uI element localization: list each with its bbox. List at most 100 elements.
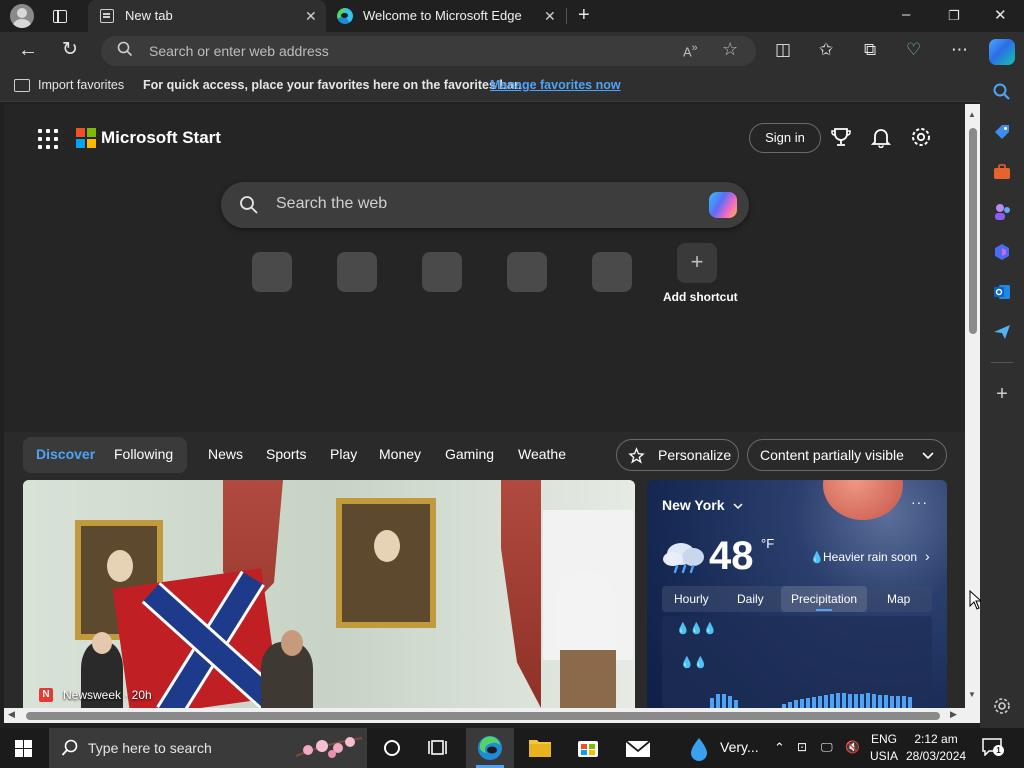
- microsoft-365-icon[interactable]: [992, 242, 1012, 262]
- precipitation-bars: [710, 693, 912, 708]
- news-source: Newsweek · 20h: [63, 688, 152, 702]
- microsoft-store-icon[interactable]: [564, 728, 612, 768]
- web-search-box[interactable]: Search the web: [221, 182, 749, 228]
- horizontal-scroll-thumb[interactable]: [26, 712, 940, 720]
- shopping-tag-icon[interactable]: [992, 122, 1012, 142]
- favorites-bar-message: For quick access, place your favorites h…: [143, 78, 522, 92]
- collections-icon[interactable]: ⧉: [864, 40, 876, 60]
- network-icon[interactable]: 🖵: [821, 740, 833, 755]
- games-icon[interactable]: [992, 202, 1012, 222]
- copilot-icon[interactable]: [989, 39, 1015, 65]
- new-tab-button[interactable]: +: [578, 5, 590, 25]
- manage-favorites-link[interactable]: Manage favorites now: [490, 78, 621, 92]
- notification-count: 1: [993, 745, 1004, 756]
- notification-center-icon[interactable]: 1: [982, 738, 1004, 756]
- tab-news[interactable]: News: [208, 446, 243, 462]
- vertical-scroll-thumb[interactable]: [969, 128, 977, 334]
- copilot-icon[interactable]: [709, 192, 737, 218]
- mail-icon[interactable]: [614, 728, 662, 768]
- search-icon: [117, 41, 133, 57]
- shortcut-tile[interactable]: [592, 252, 632, 292]
- tab-discover[interactable]: Discover: [36, 446, 95, 462]
- split-screen-icon[interactable]: ◫: [775, 40, 791, 60]
- shortcut-tile[interactable]: [252, 252, 292, 292]
- tab-new-tab[interactable]: New tab ✕: [88, 0, 326, 32]
- taskbar-edge-app[interactable]: [466, 728, 514, 768]
- scroll-left-arrow[interactable]: ◀: [8, 709, 15, 720]
- close-window-button[interactable]: ✕: [994, 6, 1007, 24]
- weather-tab-hourly[interactable]: Hourly: [674, 592, 709, 606]
- weather-tab-daily[interactable]: Daily: [737, 592, 764, 606]
- content-visibility-label: Content partially visible: [760, 447, 904, 463]
- add-shortcut-button[interactable]: +: [677, 243, 717, 283]
- tab-weather[interactable]: Weathe: [518, 446, 566, 462]
- tab-play[interactable]: Play: [330, 446, 357, 462]
- scroll-up-arrow[interactable]: ▲: [968, 110, 976, 119]
- notifications-bell-icon[interactable]: [870, 126, 892, 148]
- meet-now-icon[interactable]: ⊡: [797, 740, 807, 754]
- performance-icon[interactable]: ♡: [906, 40, 921, 60]
- read-aloud-icon[interactable]: A»: [683, 42, 698, 59]
- weather-city[interactable]: New York: [662, 497, 725, 513]
- windows-start-icon[interactable]: [15, 740, 32, 757]
- news-card[interactable]: N Newsweek · 20h: [23, 480, 635, 708]
- tab-gaming[interactable]: Gaming: [445, 446, 494, 462]
- content-visibility-dropdown[interactable]: Content partially visible: [747, 439, 947, 471]
- vertical-scrollbar[interactable]: ▲ ▼: [965, 104, 980, 708]
- chevron-right-icon[interactable]: ›: [925, 548, 930, 564]
- minimize-button[interactable]: –: [902, 6, 910, 23]
- chevron-down-icon[interactable]: [733, 502, 743, 510]
- search-icon[interactable]: [992, 82, 1012, 102]
- profile-icon[interactable]: [10, 4, 34, 28]
- rewards-trophy-icon[interactable]: [830, 126, 852, 148]
- input-language[interactable]: ENG USIA: [870, 731, 898, 765]
- scroll-right-arrow[interactable]: ▶: [950, 709, 957, 720]
- person-face: [92, 632, 112, 654]
- volume-muted-icon[interactable]: 🔇: [845, 740, 860, 754]
- weather-rain-icon[interactable]: [686, 736, 712, 762]
- system-clock[interactable]: 2:12 am 28/03/2024: [906, 731, 966, 765]
- tab-sports[interactable]: Sports: [266, 446, 306, 462]
- settings-gear-icon[interactable]: [910, 126, 932, 148]
- app-launcher-icon[interactable]: [38, 129, 58, 149]
- tab-actions-icon[interactable]: [48, 6, 72, 26]
- address-bar[interactable]: Search or enter web address A» ☆: [101, 36, 756, 66]
- personalize-button[interactable]: Personalize: [616, 439, 739, 471]
- restore-button[interactable]: ❐: [948, 8, 960, 24]
- close-tab-icon[interactable]: ✕: [305, 8, 317, 25]
- sidebar-settings-icon[interactable]: [992, 696, 1012, 716]
- task-view-icon[interactable]: [416, 728, 464, 768]
- import-favorites-button[interactable]: Import favorites: [38, 78, 124, 92]
- weather-more-icon[interactable]: ···: [911, 494, 928, 510]
- sign-in-button[interactable]: Sign in: [749, 123, 821, 153]
- shortcut-tile[interactable]: [422, 252, 462, 292]
- weather-alert[interactable]: Heavier rain soon: [823, 550, 917, 564]
- tab-following[interactable]: Following: [114, 446, 173, 462]
- show-hidden-icons[interactable]: ⌃: [774, 740, 785, 756]
- weather-tab-precipitation[interactable]: Precipitation: [791, 592, 857, 606]
- weather-card[interactable]: New York ··· 48 °F 💧 Heavier rain soon ›…: [647, 480, 947, 708]
- add-sidebar-app-icon[interactable]: +: [992, 384, 1012, 404]
- outlook-icon[interactable]: [992, 282, 1012, 302]
- tab-welcome-edge[interactable]: Welcome to Microsoft Edge ✕: [326, 0, 566, 32]
- taskbar-weather-label[interactable]: Very...: [720, 739, 759, 755]
- scroll-down-arrow[interactable]: ▼: [968, 690, 976, 699]
- horizontal-scrollbar[interactable]: ◀ ▶: [4, 708, 965, 723]
- favorites-icon[interactable]: ✩: [819, 40, 833, 60]
- shortcut-tile[interactable]: [337, 252, 377, 292]
- refresh-button[interactable]: ↻: [62, 38, 78, 61]
- edge-sidebar: +: [980, 70, 1024, 730]
- favorite-star-icon[interactable]: ☆: [722, 39, 738, 60]
- cortana-icon[interactable]: [368, 728, 416, 768]
- weather-tab-map[interactable]: Map: [887, 592, 910, 606]
- tools-icon[interactable]: [992, 162, 1012, 182]
- file-explorer-icon[interactable]: [516, 728, 564, 768]
- shortcut-tile[interactable]: [507, 252, 547, 292]
- back-button[interactable]: ←: [18, 39, 38, 62]
- tab-money[interactable]: Money: [379, 446, 421, 462]
- close-tab-icon[interactable]: ✕: [544, 8, 556, 25]
- taskbar-search-box[interactable]: Type here to search: [49, 728, 367, 768]
- send-icon[interactable]: [992, 322, 1012, 342]
- cherry-blossom-icon: [295, 737, 363, 758]
- more-icon[interactable]: ⋯: [951, 40, 968, 60]
